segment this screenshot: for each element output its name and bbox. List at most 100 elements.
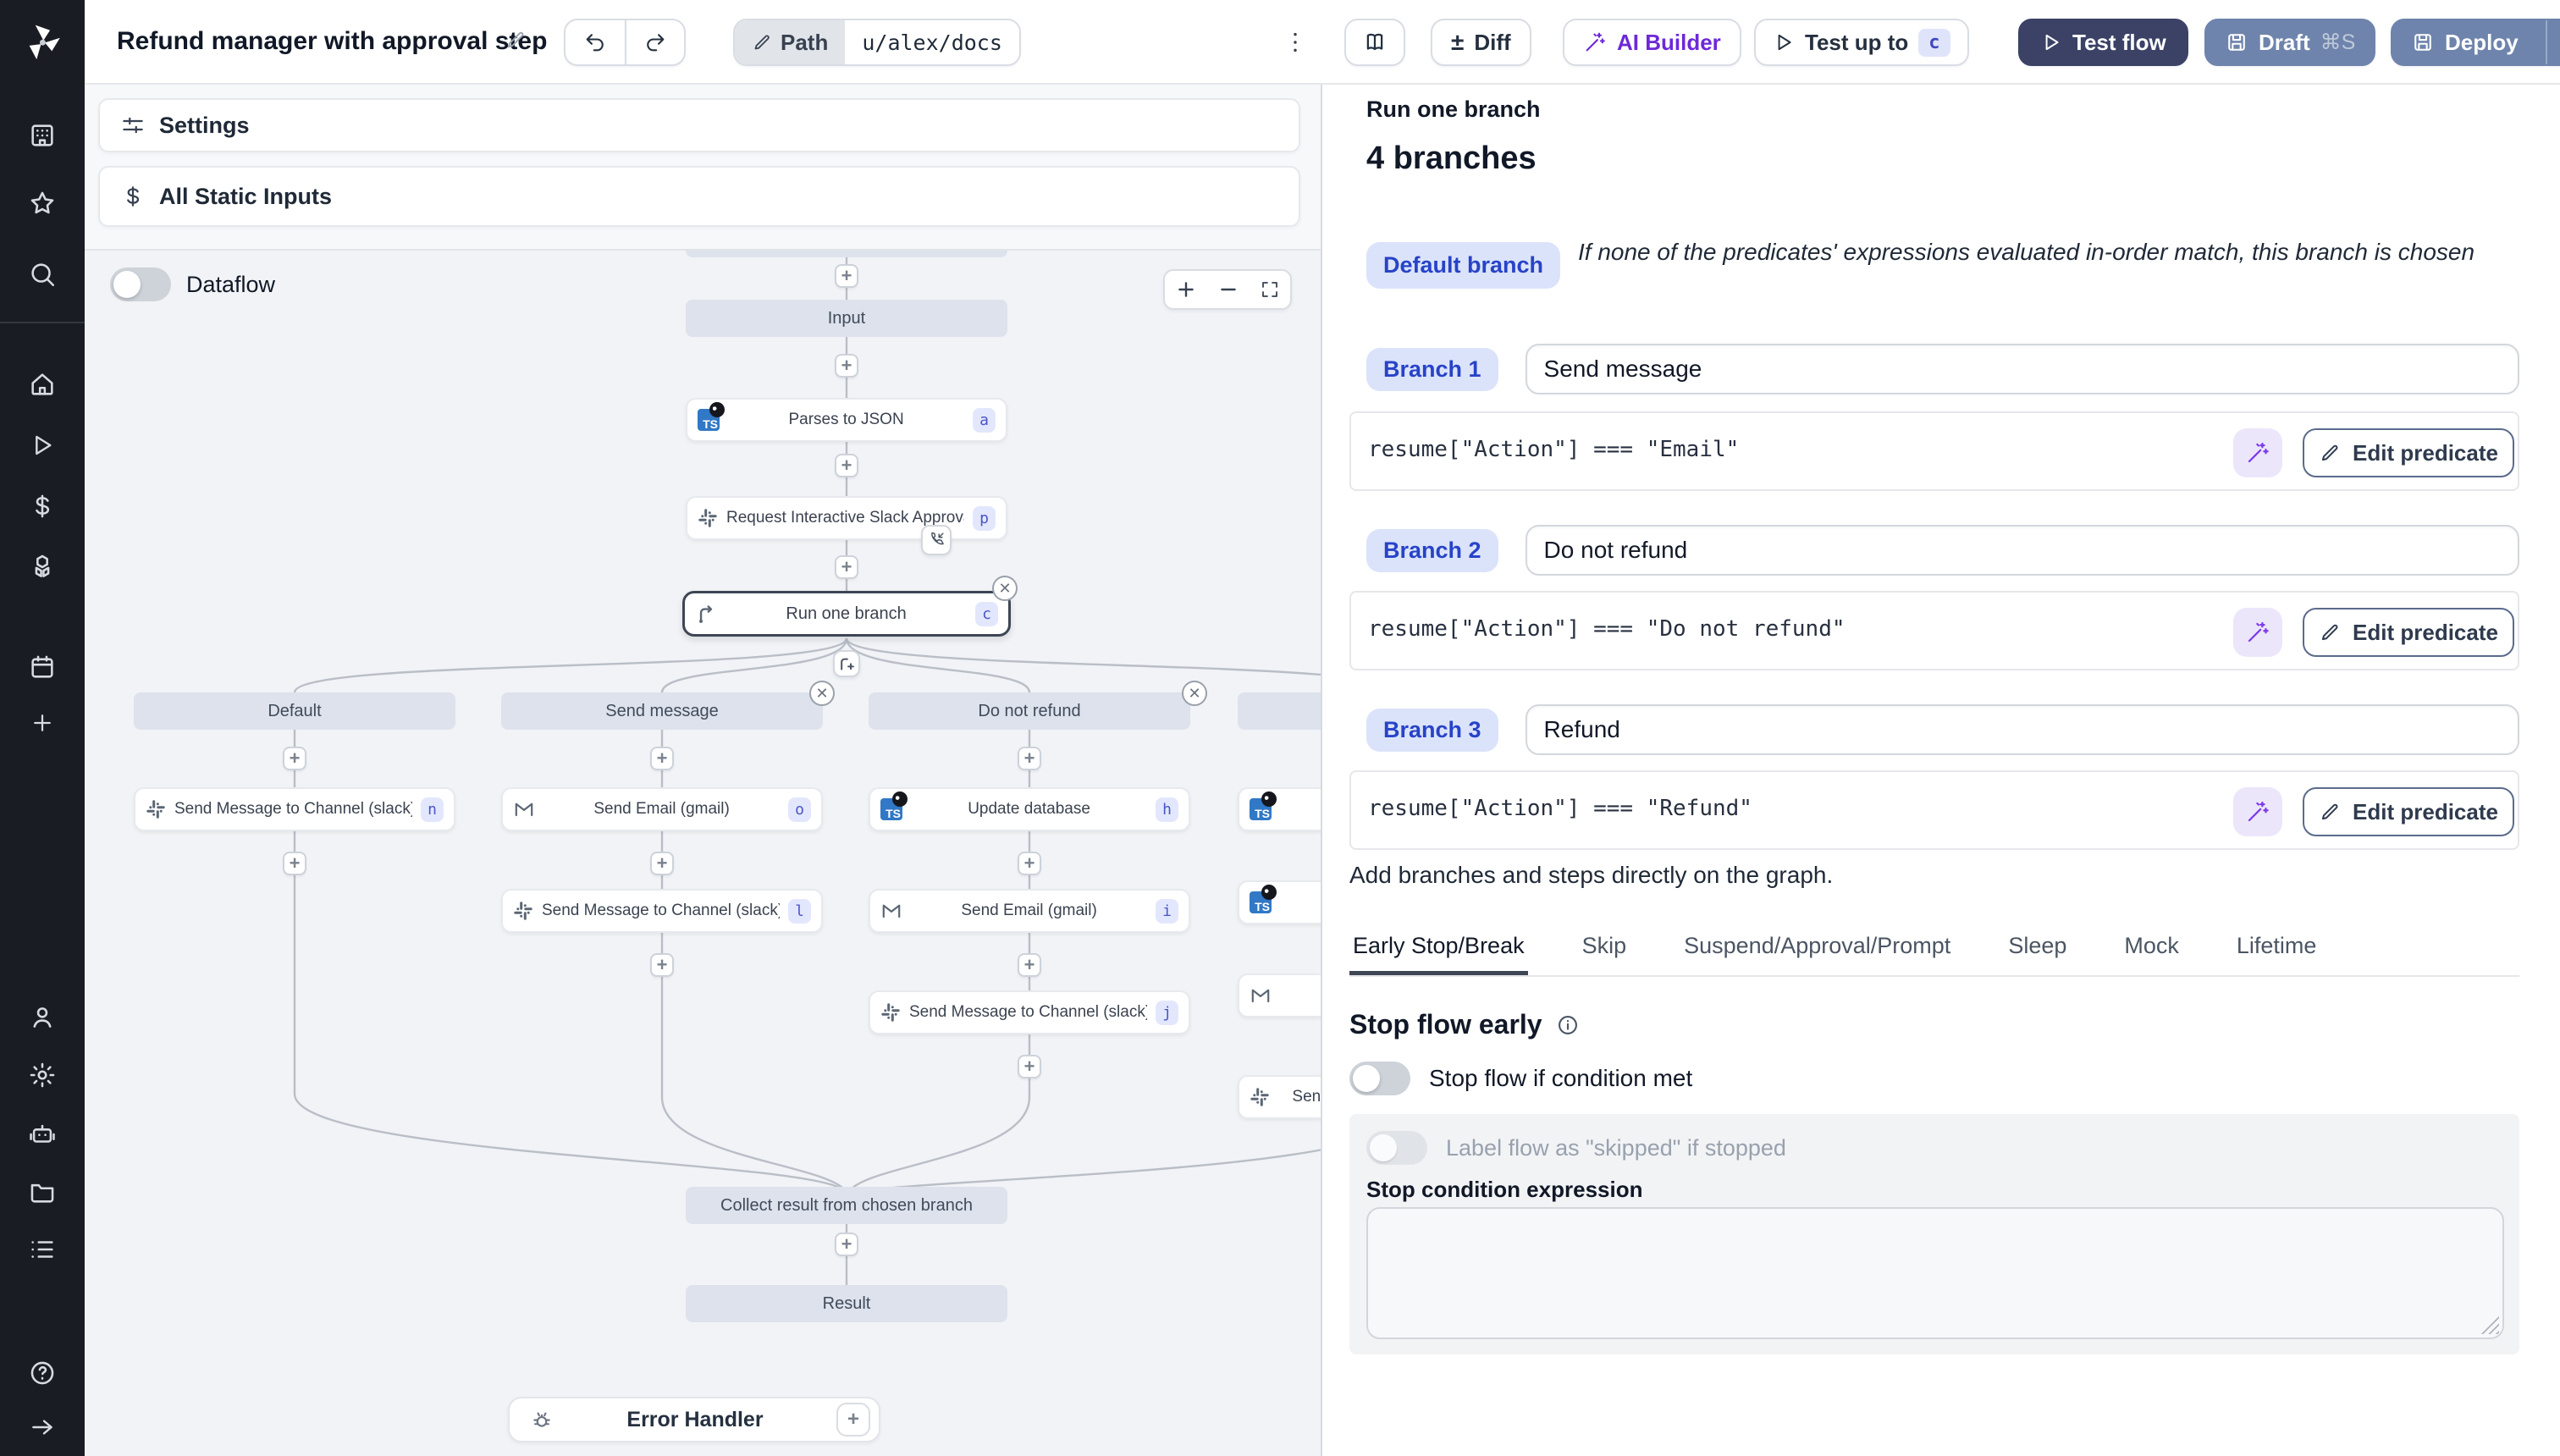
sidebar-runs-play-icon[interactable]	[0, 416, 85, 474]
add-step-connector[interactable]: +	[1018, 1055, 1041, 1078]
tab-suspend-approval-prompt[interactable]: Suspend/Approval/Prompt	[1680, 923, 1954, 975]
step-node-clipped-gmail[interactable]	[1238, 973, 1321, 1018]
dataflow-toggle[interactable]	[110, 267, 171, 301]
settings-row[interactable]: Settings	[98, 98, 1300, 152]
stop-condition-expression-textarea[interactable]	[1366, 1207, 2504, 1339]
add-step-connector[interactable]: +	[283, 852, 306, 875]
remove-branch-button[interactable]: ✕	[809, 681, 835, 706]
edit-predicate-button[interactable]: Edit predicate	[2303, 428, 2514, 477]
step-node-slack-message-2[interactable]: Send Message to Channel (slack) j	[869, 990, 1190, 1034]
tab-early-stop-break[interactable]: Early Stop/Break	[1349, 923, 1528, 975]
diff-button[interactable]: ± Diff	[1431, 19, 1531, 66]
draft-button[interactable]: Draft ⌘S	[2204, 19, 2376, 66]
remove-step-button[interactable]: ✕	[992, 576, 1018, 601]
windmill-logo[interactable]	[0, 10, 85, 74]
remove-branch-button[interactable]: ✕	[1182, 681, 1207, 706]
branch-header-send-message[interactable]: Send message	[501, 692, 823, 730]
test-up-to-button[interactable]: Test up to c	[1754, 19, 1969, 66]
step-node-clipped-ts-2[interactable]: TS	[1238, 880, 1321, 924]
branch-1-name-input[interactable]	[1525, 344, 2519, 394]
step-node-slack-approval[interactable]: Request Interactive Slack Approval (... …	[686, 496, 1007, 540]
all-static-inputs-row[interactable]: All Static Inputs	[98, 166, 1300, 227]
add-step-connector[interactable]: +	[650, 852, 674, 875]
step-node-update-database[interactable]: TS Update database h	[869, 787, 1190, 831]
ai-builder-button[interactable]: AI Builder	[1563, 19, 1741, 66]
branch-2-name-input[interactable]	[1525, 525, 2519, 576]
flow-graph-canvas[interactable]: Dataflow + Input + TS Parses to JSON a +…	[85, 249, 1321, 1456]
sidebar-audit-list-icon[interactable]	[0, 1221, 85, 1278]
add-step-connector[interactable]: +	[835, 264, 858, 288]
tab-mock[interactable]: Mock	[2121, 923, 2182, 975]
add-step-connector[interactable]: +	[650, 747, 674, 770]
test-flow-button[interactable]: Test flow	[2018, 19, 2188, 66]
sidebar-variables-dollar-icon[interactable]	[0, 477, 85, 535]
ai-predicate-wand-button[interactable]	[2233, 428, 2282, 477]
sidebar-expand-arrow-icon[interactable]	[0, 1398, 85, 1456]
add-step-connector[interactable]: +	[1018, 852, 1041, 875]
branch-header-do-not-refund[interactable]: Do not refund	[869, 692, 1190, 730]
step-node-send-email[interactable]: Send Email (gmail) o	[501, 787, 823, 831]
error-handler-node[interactable]: Error Handler +	[508, 1397, 880, 1442]
undo-button[interactable]	[564, 19, 625, 66]
clipped-top-node[interactable]	[686, 251, 1007, 257]
branch-3-name-input[interactable]	[1525, 704, 2519, 755]
zoom-out-button[interactable]	[1217, 279, 1239, 301]
add-branch-button[interactable]	[833, 650, 860, 677]
ai-predicate-wand-button[interactable]	[2233, 787, 2282, 836]
add-step-connector[interactable]: +	[835, 555, 858, 579]
label-skipped-toggle[interactable]	[1366, 1131, 1427, 1165]
edit-predicate-button[interactable]: Edit predicate	[2303, 608, 2514, 657]
sidebar-user-icon[interactable]	[0, 989, 85, 1046]
path-value[interactable]: u/alex/docs	[845, 20, 1019, 64]
add-step-connector[interactable]: +	[1018, 953, 1041, 977]
fullscreen-button[interactable]	[1260, 279, 1280, 300]
step-node-clipped-slack[interactable]: Send Message to Channel (slack)	[1238, 1075, 1321, 1119]
sidebar-resources-cubes-icon[interactable]	[0, 538, 85, 596]
redo-button[interactable]	[625, 19, 686, 66]
branch-header-clipped[interactable]	[1238, 692, 1321, 730]
ai-predicate-wand-button[interactable]	[2233, 608, 2282, 657]
edit-predicate-button[interactable]: Edit predicate	[2303, 787, 2514, 836]
stop-flow-toggle[interactable]	[1349, 1062, 1410, 1095]
add-step-connector[interactable]: +	[1018, 747, 1041, 770]
step-node-parses-to-json[interactable]: TS Parses to JSON a	[686, 398, 1007, 442]
sidebar-workers-robot-icon[interactable]	[0, 1106, 85, 1163]
tab-lifetime[interactable]: Lifetime	[2233, 923, 2320, 975]
add-step-connector[interactable]: +	[835, 354, 858, 378]
add-step-connector[interactable]: +	[650, 953, 674, 977]
sidebar-folders-icon[interactable]	[0, 1163, 85, 1221]
step-node-slack-message[interactable]: Send Message to Channel (slack) l	[501, 889, 823, 933]
branch-header-default[interactable]: Default	[134, 692, 455, 730]
step-node-clipped-ts[interactable]: TS	[1238, 787, 1321, 831]
sidebar-help-icon[interactable]	[0, 1344, 85, 1402]
suspend-phone-icon[interactable]	[921, 525, 952, 555]
sidebar-favorites-star-icon[interactable]	[0, 174, 85, 232]
deploy-button[interactable]: Deploy	[2391, 19, 2560, 66]
step-node-slack-default[interactable]: Send Message to Channel (slack) n	[134, 787, 455, 831]
result-node[interactable]: Result	[686, 1285, 1007, 1322]
add-error-handler-button[interactable]: +	[836, 1403, 870, 1437]
collect-result-node[interactable]: Collect result from chosen branch	[686, 1187, 1007, 1224]
zoom-in-button[interactable]	[1175, 279, 1197, 301]
input-node[interactable]: Input	[686, 300, 1007, 337]
step-node-run-one-branch-selected[interactable]: Run one branch c	[682, 591, 1011, 637]
sidebar-home-icon[interactable]	[0, 356, 85, 413]
sidebar-schedules-calendar-icon[interactable]	[0, 638, 85, 696]
tab-sleep[interactable]: Sleep	[2005, 923, 2070, 975]
info-icon[interactable]	[1556, 1013, 1580, 1037]
add-step-connector[interactable]: +	[835, 1233, 858, 1256]
docs-book-button[interactable]	[1344, 19, 1405, 66]
tab-skip[interactable]: Skip	[1579, 923, 1630, 975]
sidebar-add-plus-icon[interactable]	[0, 694, 85, 752]
typescript-icon: TS	[1250, 885, 1277, 913]
more-menu-button[interactable]	[1278, 24, 1312, 61]
sidebar-search-icon[interactable]	[0, 245, 85, 303]
add-step-connector[interactable]: +	[835, 454, 858, 477]
edit-title-pencil-icon[interactable]	[505, 29, 527, 51]
flow-title[interactable]: Refund manager with approval step	[117, 27, 547, 56]
path-button[interactable]: Path	[735, 20, 846, 64]
sidebar-workspace-icon[interactable]	[0, 107, 85, 164]
sidebar-settings-gear-icon[interactable]	[0, 1046, 85, 1104]
step-node-send-email-2[interactable]: Send Email (gmail) i	[869, 889, 1190, 933]
add-step-connector[interactable]: +	[283, 747, 306, 770]
